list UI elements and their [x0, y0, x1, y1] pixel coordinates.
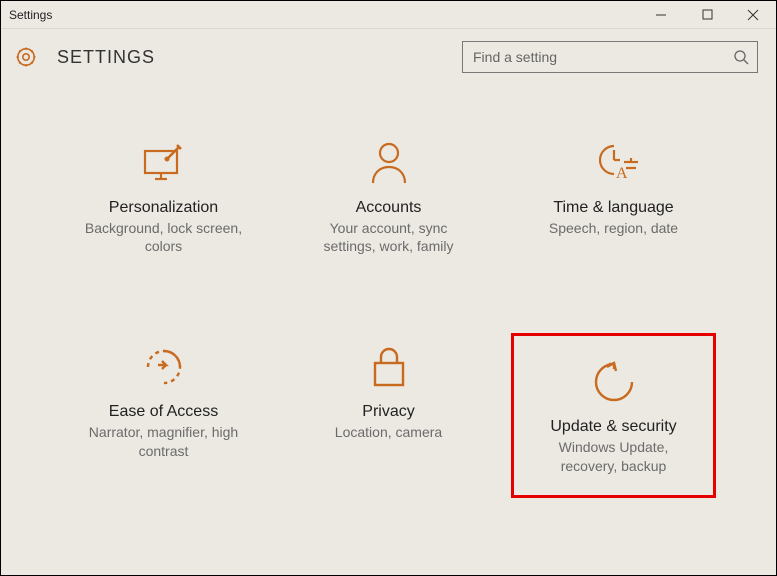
page-title: SETTINGS — [57, 47, 462, 68]
tile-privacy[interactable]: Privacy Location, camera — [286, 333, 491, 497]
close-button[interactable] — [730, 1, 776, 28]
settings-grid: Personalization Background, lock screen,… — [1, 79, 776, 538]
tile-title: Personalization — [109, 199, 218, 217]
window-title: Settings — [9, 8, 638, 22]
privacy-icon — [363, 341, 415, 393]
minimize-button[interactable] — [638, 1, 684, 28]
client-area: SETTINGS Personalizatio — [1, 29, 776, 575]
accounts-icon — [363, 137, 415, 189]
search-box[interactable] — [462, 41, 758, 73]
window-titlebar: Settings — [1, 1, 776, 29]
tile-desc: Windows Update, recovery, backup — [529, 438, 699, 474]
gear-icon — [13, 44, 39, 70]
ease-of-access-icon — [138, 341, 190, 393]
tile-title: Ease of Access — [109, 403, 218, 421]
window-controls — [638, 1, 776, 28]
personalization-icon — [138, 137, 190, 189]
tile-accounts[interactable]: Accounts Your account, sync settings, wo… — [286, 129, 491, 293]
header-row: SETTINGS — [1, 29, 776, 79]
tile-title: Privacy — [362, 403, 414, 421]
tile-update-security[interactable]: Update & security Windows Update, recove… — [511, 333, 716, 497]
tile-time-language[interactable]: A Time & language Speech, region, date — [511, 129, 716, 293]
tile-desc: Background, lock screen, colors — [79, 219, 249, 255]
tile-ease-of-access[interactable]: Ease of Access Narrator, magnifier, high… — [61, 333, 266, 497]
update-security-icon — [588, 356, 640, 408]
tile-desc: Location, camera — [335, 423, 442, 441]
tile-title: Time & language — [553, 199, 673, 217]
tile-title: Accounts — [356, 199, 422, 217]
tile-desc: Your account, sync settings, work, famil… — [304, 219, 474, 255]
tile-personalization[interactable]: Personalization Background, lock screen,… — [61, 129, 266, 293]
search-input[interactable] — [471, 48, 733, 66]
time-language-icon: A — [588, 137, 640, 189]
tile-title: Update & security — [550, 418, 676, 436]
search-icon — [733, 49, 749, 65]
tile-desc: Speech, region, date — [549, 219, 678, 237]
maximize-button[interactable] — [684, 1, 730, 28]
tile-desc: Narrator, magnifier, high contrast — [79, 423, 249, 459]
